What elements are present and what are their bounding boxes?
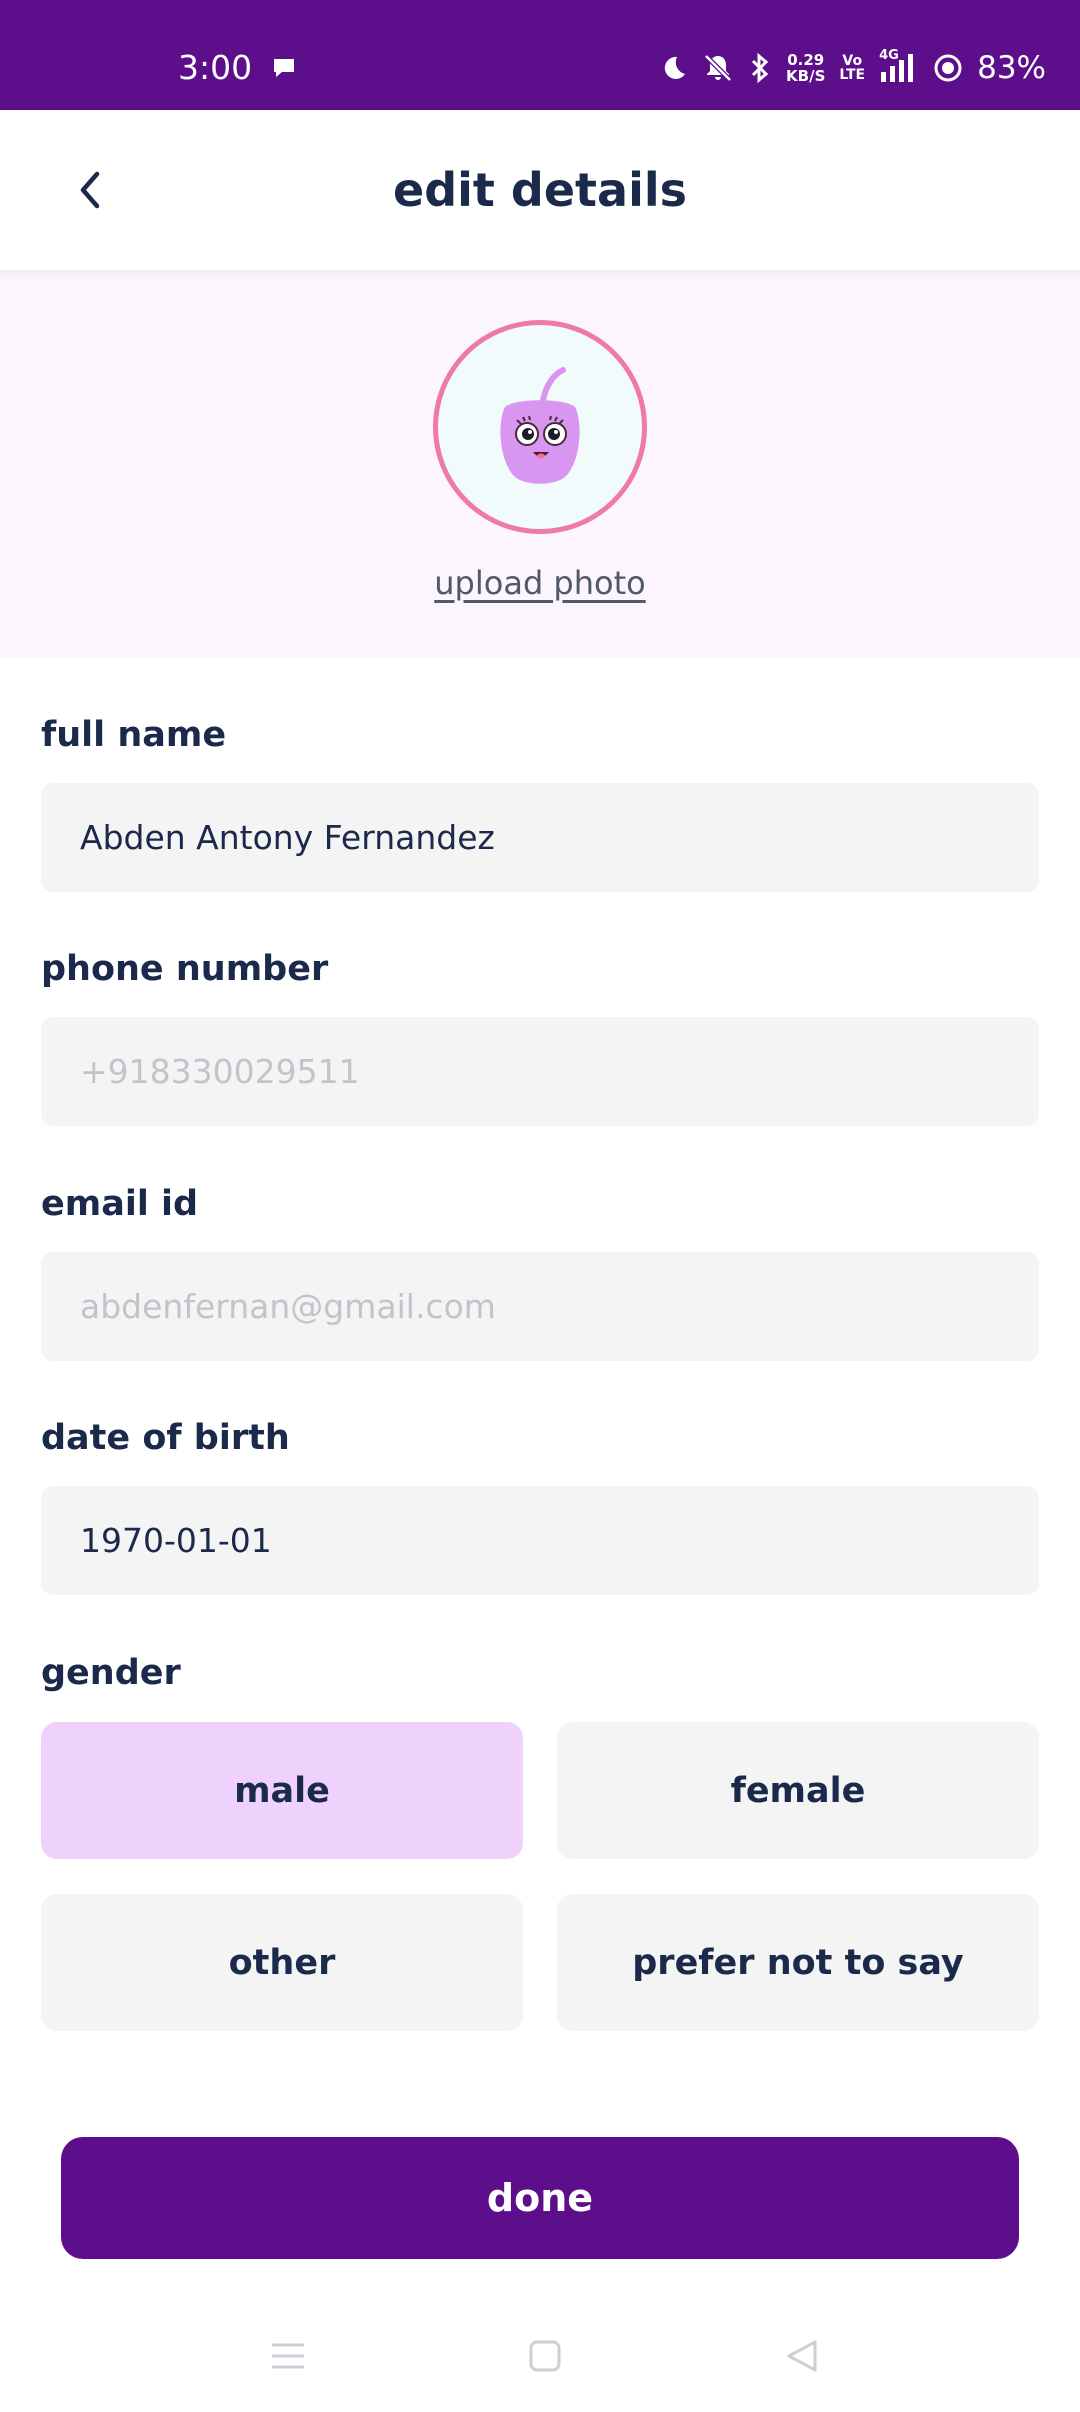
volte-top: Vo [842,53,863,69]
done-button[interactable]: done [61,2137,1019,2259]
system-navigation-bar [0,2300,1080,2412]
home-button[interactable] [509,2320,581,2392]
full-name-input[interactable] [41,783,1039,892]
bell-muted-icon [702,52,734,84]
status-icons: 0.29 KB/S Vo LTE 4G 83% [658,44,1046,92]
recent-apps-button[interactable] [252,2320,324,2392]
chat-notification-icon [270,54,298,82]
email-label: email id [41,1184,199,1224]
data-saver-icon [933,53,963,83]
gender-option-male[interactable]: male [41,1722,523,1859]
gender-option-other[interactable]: other [41,1894,523,2031]
app-bar: edit details [0,110,1080,270]
date-of-birth-label: date of birth [41,1418,290,1458]
moon-icon [658,53,688,83]
volte-bottom: LTE [839,67,866,83]
profile-photo-section: upload photo [0,270,1080,658]
date-of-birth-field[interactable]: 1970-01-01 [41,1486,1039,1595]
signal-icon: 4G [879,48,919,84]
email-field[interactable]: abdenfernan@gmail.com [41,1252,1039,1361]
square-icon [529,2340,561,2372]
avatar[interactable] [433,320,647,534]
phone-number-label: phone number [41,949,329,989]
upload-photo-link[interactable]: upload photo [0,564,1080,602]
page-title: edit details [393,163,687,217]
network-speed-unit: KB/S [786,67,826,85]
triangle-back-icon [787,2340,817,2372]
network-type: 4G [879,48,899,63]
network-speed-value: 0.29 [787,51,825,69]
network-speed: 0.29 KB/S [786,52,825,84]
volte-indicator: Vo LTE [839,54,865,82]
bluetooth-icon [748,52,772,84]
gender-label: gender [41,1653,181,1693]
gender-option-female[interactable]: female [557,1722,1039,1859]
battery-level: 83% [977,50,1046,86]
status-bar: 3:00 0.29 KB/S Vo LTE 4G 83% [0,0,1080,110]
menu-icon [272,2343,304,2369]
back-nav-button[interactable] [766,2320,838,2392]
apple-character-icon [500,367,580,484]
status-time: 3:00 [178,48,253,87]
full-name-label: full name [41,715,227,755]
gender-option-prefer-not-to-say[interactable]: prefer not to say [557,1894,1039,2031]
phone-number-field[interactable]: +918330029511 [41,1017,1039,1126]
